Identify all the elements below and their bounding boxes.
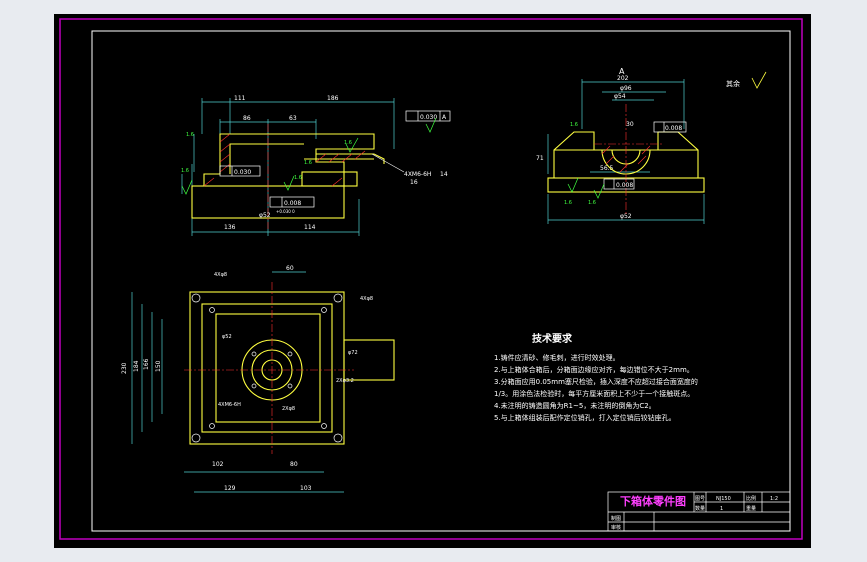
side-dim-52: φ52: [620, 213, 632, 220]
front-bore-tol: +0.030 0: [276, 209, 295, 214]
title-cell-qty: 数量: [695, 505, 705, 512]
title-cell-qty-value: 1: [720, 506, 723, 512]
front-rough-1: 1.6: [186, 132, 194, 138]
title-cell-drawing-value: NJ150: [716, 496, 731, 502]
side-dim-54: φ54: [614, 93, 626, 100]
side-tol-2: 0.008: [616, 182, 633, 189]
front-bore: φ52: [259, 212, 271, 219]
requirements-title: 技术要求: [532, 332, 573, 345]
side-rough-1: 1.6: [570, 122, 578, 128]
front-thread-drill: 16: [410, 179, 418, 186]
side-rough-3: 1.6: [588, 200, 596, 206]
requirement-3b: 1/3。用涂色法检验时，每平方厘米面积上不少于一个接触斑点。: [494, 389, 694, 398]
front-dim-136: 136: [224, 224, 236, 231]
side-tol-1: 0.008: [665, 125, 682, 132]
plan-label-pin2: 2Xφ8: [282, 406, 295, 412]
plan-dim-129: 129: [224, 485, 236, 492]
plan-dim-80: 80: [290, 461, 298, 468]
plan-dim-184: 184: [133, 360, 140, 372]
title-name: 下箱体零件图: [620, 494, 686, 508]
front-rough-5: 1.6: [304, 160, 312, 166]
requirement-2: 2.与上箱体合箱后，分箱面边缘应对齐，每边错位不大于2mm。: [494, 365, 694, 374]
plan-dim-230: 230: [121, 362, 128, 374]
plan-dim-103: 103: [300, 485, 312, 492]
outer-border: [59, 18, 803, 540]
front-dim-186: 186: [327, 95, 339, 102]
plan-label-holes-1: 4Xφ8: [214, 272, 227, 278]
front-thread: 4XM6-6H: [404, 171, 431, 178]
title-checker: 审核: [611, 524, 621, 531]
inner-border: [91, 30, 791, 532]
title-cell-weight: 重量: [746, 505, 756, 512]
plan-dim-150: 150: [155, 360, 162, 372]
front-tol-1: 0.030: [420, 114, 437, 121]
requirement-3: 3.分箱面应用0.05mm塞尺检验，插入深度不应超过接合面宽度的: [494, 377, 698, 386]
front-tol-2: 0.030: [234, 169, 251, 176]
front-dim-114: 114: [304, 224, 316, 231]
side-dim-202: 202: [617, 75, 629, 82]
remaining-rough-icon: [751, 71, 767, 89]
plan-label-pin: 2Xφ3.2: [336, 378, 354, 384]
plan-label-holes-2: 4Xφ8: [360, 296, 373, 302]
plan-dim-166: 166: [143, 358, 150, 370]
plan-label-thread: 4XM6-6H: [218, 402, 241, 408]
front-tol-datum: A: [442, 114, 447, 121]
remaining-label: 其余: [726, 79, 740, 88]
front-view: 111 186 86 63 136 114 0.030 A 0.030 0.00…: [181, 95, 451, 236]
title-designer: 制图: [611, 515, 621, 522]
side-dim-71: 71: [536, 155, 544, 162]
side-dim-96: φ96: [620, 85, 632, 92]
technical-requirements: 技术要求 1.铸件应清砂、修毛刺，进行时效处理。 2.与上箱体合箱后，分箱面边缘…: [494, 332, 698, 422]
front-tol-3: 0.008: [284, 200, 301, 207]
requirement-5: 5.与上箱体组装后配作定位销孔，打入定位销后铰钻座孔。: [494, 413, 676, 422]
front-thread-depth: 14: [440, 171, 448, 178]
plan-dim-102: 102: [212, 461, 224, 468]
title-cell-drawing-no: 图号: [695, 496, 705, 502]
front-rough-3: 1.6: [181, 168, 189, 174]
side-view: A 202 φ96 φ54 30 56.5 71 φ52 0.008 0.008…: [536, 67, 767, 224]
front-rough-4: 1.6: [294, 175, 302, 181]
front-dim-86: 86: [243, 115, 251, 122]
plan-label-bore: φ52: [222, 334, 232, 340]
side-dim-30: 30: [626, 121, 634, 128]
front-rough-2: 1.6: [344, 140, 352, 146]
requirement-4: 4.未注明的铸造圆角为R1~5，未注明的倒角为C2。: [494, 401, 656, 410]
front-dim-63: 63: [289, 115, 297, 122]
plan-dim-60: 60: [286, 265, 294, 272]
cad-drawing: 111 186 86 63 136 114 0.030 A 0.030 0.00…: [59, 18, 803, 540]
requirement-1: 1.铸件应清砂、修毛刺，进行时效处理。: [494, 353, 620, 362]
drawing-canvas: 111 186 86 63 136 114 0.030 A 0.030 0.00…: [54, 14, 811, 548]
title-cell-scale-value: 1:2: [770, 496, 778, 502]
plan-view: 230 184 166 150 60 102 80 129 103 4Xφ8 4…: [121, 265, 395, 493]
plan-label-boss: φ72: [348, 350, 358, 356]
title-block: 下箱体零件图 图号 NJ150 比例 1:2 数量 1 重量 制图 审核: [607, 491, 791, 532]
title-cell-scale: 比例: [746, 495, 756, 502]
front-dim-111: 111: [234, 95, 246, 102]
side-rough-2: 1.6: [564, 200, 572, 206]
